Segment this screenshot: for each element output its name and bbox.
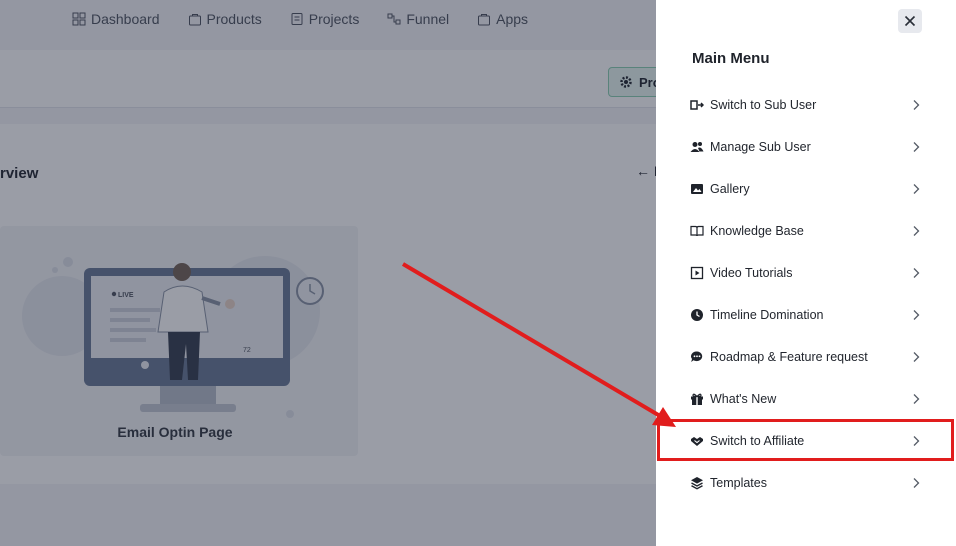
annotation-arrow (401, 262, 676, 427)
